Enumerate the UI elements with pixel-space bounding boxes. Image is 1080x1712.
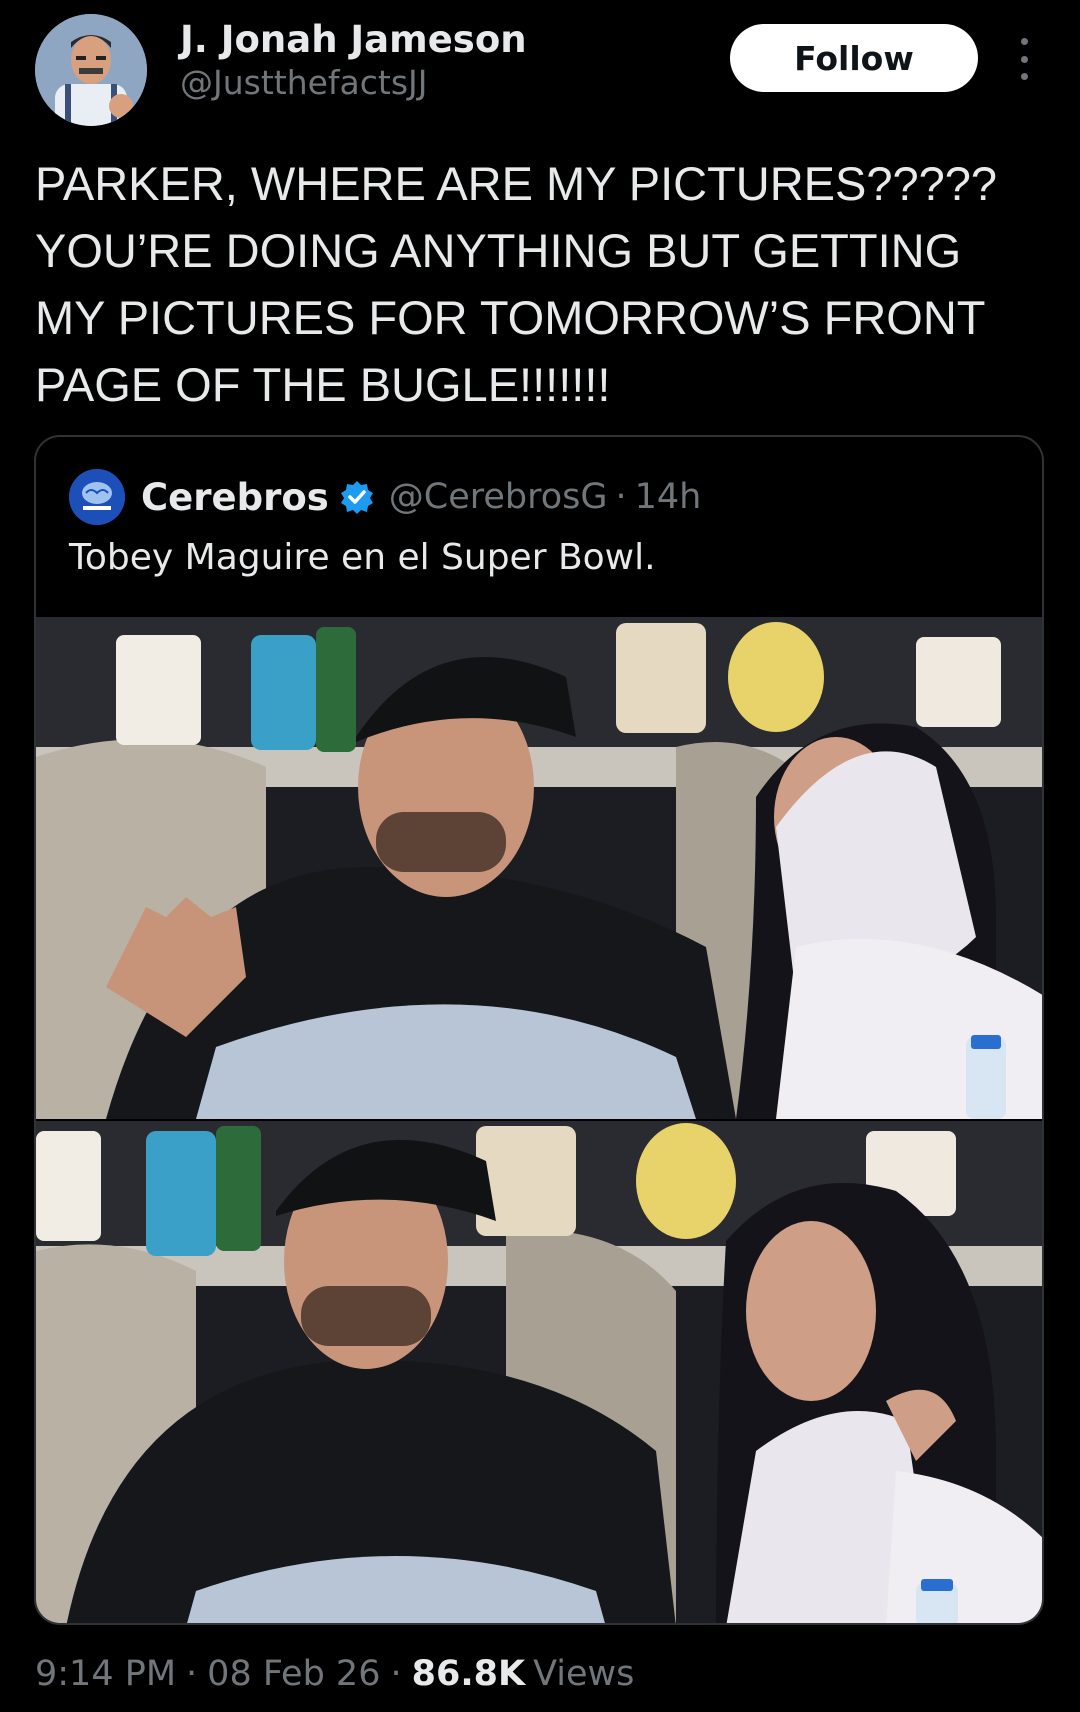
author-avatar[interactable] <box>35 14 147 126</box>
quoted-author-avatar[interactable] <box>69 469 125 525</box>
more-dot <box>1020 73 1028 80</box>
quoted-tweet-text: Tobey Maguire en el Super Bowl. <box>69 537 656 578</box>
author-display-name[interactable]: J. Jonah Jameson <box>180 18 527 62</box>
views-label: Views <box>533 1654 635 1694</box>
tweet-header: J. Jonah Jameson @JustthefactsJJ Follow <box>0 0 1080 140</box>
author-handle[interactable]: @JustthefactsJJ <box>180 62 527 104</box>
more-dot <box>1020 55 1028 63</box>
media-image-bottom[interactable] <box>36 1121 1042 1623</box>
separator-dot: · <box>390 1654 402 1694</box>
quoted-timestamp[interactable]: 14h <box>635 477 702 517</box>
quoted-author-handle[interactable]: @CerebrosG <box>389 477 608 517</box>
tweet-time[interactable]: 9:14 PM <box>35 1654 176 1694</box>
quoted-tweet-header: Cerebros @CerebrosG · 14h <box>69 467 701 527</box>
tweet-date[interactable]: 08 Feb 26 <box>207 1654 380 1694</box>
tweet-meta: 9:14 PM · 08 Feb 26 · 86.8K Views <box>35 1648 634 1700</box>
more-vertical-icon[interactable] <box>1010 38 1038 80</box>
quoted-tweet-card[interactable]: Cerebros @CerebrosG · 14h Tobey Maguire … <box>34 435 1044 1625</box>
views-count[interactable]: 86.8K <box>412 1654 525 1694</box>
follow-button[interactable]: Follow <box>730 24 978 92</box>
separator-dot: · <box>186 1654 198 1694</box>
separator-dot: · <box>615 477 627 517</box>
author-names: J. Jonah Jameson @JustthefactsJJ <box>180 18 527 104</box>
tweet-text: PARKER, WHERE ARE MY PICTURES????? YOU’R… <box>35 157 998 411</box>
quoted-author-name[interactable]: Cerebros <box>141 476 329 519</box>
media-image-top[interactable] <box>36 617 1042 1119</box>
more-dot <box>1020 38 1028 45</box>
verified-badge-icon <box>340 481 373 514</box>
